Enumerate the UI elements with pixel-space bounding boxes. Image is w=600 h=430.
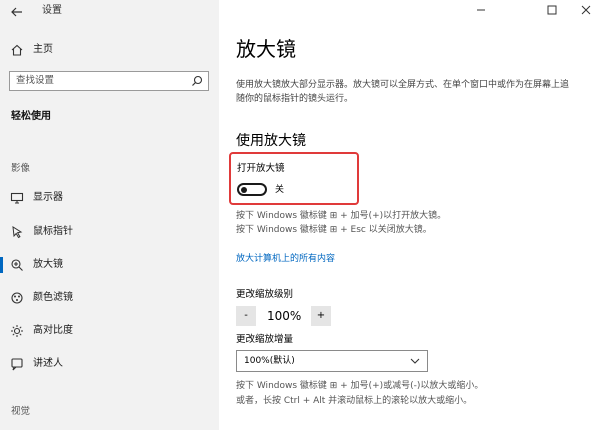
category-heading: 视觉 — [11, 406, 31, 417]
sidebar-item-label: 颜色滤镜 — [33, 292, 73, 303]
zoom-increment-label: 更改缩放增量 — [236, 334, 294, 345]
magnifier-toggle[interactable] — [237, 183, 267, 196]
sidebar-item-label: 讲述人 — [33, 358, 63, 369]
main-content: 放大镜 使用放大镜放大部分显示器。放大镜可以全屏方式、在单个窗口中或作为在屏幕上… — [219, 0, 600, 430]
sidebar-item-mouse-pointer[interactable]: 鼠标指针 — [0, 220, 219, 244]
zoom-in-button[interactable]: + — [311, 306, 331, 326]
minimize-icon[interactable] — [475, 4, 487, 16]
high-contrast-icon — [11, 325, 23, 337]
sidebar-item-label: 放大镜 — [33, 259, 63, 270]
hint-text: 按下 Windows 徽标键 ⊞ + 加号(+)或减号(-)以放大或缩小。 — [236, 381, 484, 391]
sidebar-home-label: 主页 — [33, 44, 53, 55]
chevron-down-icon — [410, 358, 420, 364]
toggle-knob — [241, 186, 247, 193]
zoom-level-label: 更改缩放级别 — [236, 289, 294, 300]
zoom-increment-select[interactable]: 100%(默认) — [236, 350, 428, 372]
page-title: 放大镜 — [236, 37, 296, 61]
narrator-icon — [11, 358, 23, 371]
sidebar-item-label: 显示器 — [33, 192, 63, 203]
toggle-state-text: 关 — [275, 185, 285, 195]
sidebar-item-narrator[interactable]: 讲述人 — [0, 352, 219, 376]
magnifier-icon — [11, 259, 23, 271]
sidebar-item-label: 高对比度 — [33, 325, 73, 336]
zoom-everything-link[interactable]: 放大计算机上的所有内容 — [236, 254, 335, 265]
monitor-icon — [10, 192, 24, 204]
back-arrow-icon[interactable] — [10, 5, 24, 19]
sidebar-item-color-filter[interactable]: 颜色滤镜 — [0, 286, 219, 310]
section-title: 轻松使用 — [11, 111, 51, 122]
color-filter-icon — [11, 292, 23, 304]
search-placeholder: 查找设置 — [16, 75, 55, 86]
sidebar-item-magnifier[interactable]: 放大镜 — [0, 253, 219, 277]
zoom-level-value: 100% — [267, 309, 302, 323]
active-indicator — [0, 257, 3, 273]
sidebar-item-display[interactable]: 显示器 — [0, 186, 219, 210]
mouse-pointer-icon — [12, 226, 23, 239]
section-subheading: 使用放大镜 — [236, 133, 306, 149]
sidebar-item-label: 鼠标指针 — [33, 226, 73, 237]
sidebar-item-high-contrast[interactable]: 高对比度 — [0, 319, 219, 343]
zoom-out-button[interactable]: - — [236, 306, 256, 326]
close-icon[interactable] — [580, 4, 592, 16]
select-value: 100%(默认) — [244, 356, 295, 366]
hint-text: 或者，长按 Ctrl + Alt 并滚动鼠标上的滚轮以放大或缩小。 — [236, 396, 473, 406]
window-title: 设置 — [42, 5, 62, 16]
search-icon[interactable] — [191, 75, 203, 87]
home-icon — [11, 44, 23, 56]
sidebar-item-home[interactable]: 主页 — [0, 38, 219, 62]
search-input[interactable]: 查找设置 — [9, 71, 209, 91]
sidebar: 设置 主页 查找设置 轻松使用 影像 显示器 鼠标指针 放大镜 颜色滤镜 高对比… — [0, 0, 219, 430]
toggle-label: 打开放大镜 — [237, 163, 285, 174]
hint-text: 按下 Windows 徽标键 ⊞ + 加号(+)以打开放大镜。 — [236, 211, 447, 221]
page-description: 使用放大镜放大部分显示器。放大镜可以全屏方式、在单个窗口中或作为在屏幕上追随你的… — [236, 80, 570, 104]
highlight-box — [229, 152, 359, 205]
maximize-icon[interactable] — [546, 4, 558, 16]
hint-text: 按下 Windows 徽标键 ⊞ + Esc 以关闭放大镜。 — [236, 225, 432, 235]
category-heading: 影像 — [11, 163, 31, 174]
